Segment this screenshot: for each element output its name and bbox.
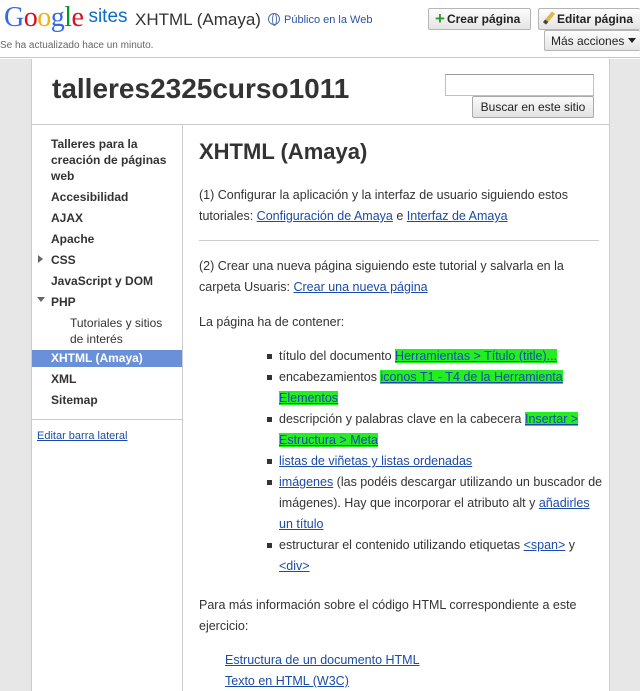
bullet-text: estructurar el contenido utilizando etiq… [279,538,524,552]
sidebar-item-css[interactable]: CSS [51,252,76,268]
step-1-paragraph: (1) Configurar la aplicación y la interf… [199,185,601,227]
bullet-text: título del documento [279,349,396,363]
edit-page-button[interactable]: Editar página [538,8,640,30]
site-search-input[interactable] [445,74,594,96]
public-label: Público en la Web [284,14,373,26]
sidebar-item-accesibilidad[interactable]: Accesibilidad [51,189,128,205]
collapse-arrow-icon[interactable] [37,297,45,302]
requirements-list: título del documento Herramientas > Títu… [265,346,605,577]
globe-icon [268,13,280,26]
texto-html-link[interactable]: Texto en HTML (W3C) [225,671,420,691]
span-link[interactable]: <span> [524,538,566,552]
more-actions-button[interactable]: Más acciones [544,30,640,51]
more-actions-label: Más acciones [551,34,625,48]
bullet-text: descripción y palabras clave en la cabec… [279,412,525,426]
sidebar-item-tutoriales[interactable]: Tutoriales y sitios de interés [70,315,178,347]
imagenes-link[interactable]: imágenes [279,475,333,489]
sidebar-divider [32,419,182,420]
bullet-text: encabezamientos [279,370,381,384]
create-page-button[interactable]: + Crear página [428,8,531,30]
chevron-down-icon [628,38,637,43]
expand-arrow-icon[interactable] [38,255,43,263]
google-sites-bar: Google sites XHTML (Amaya) Público en la … [0,0,640,58]
listas-link[interactable]: listas de viñetas y listas ordenadas [279,454,472,468]
sidebar-item-ajax[interactable]: AJAX [51,210,83,226]
site-search-button[interactable]: Buscar en este sitio [472,96,594,118]
and-text: e [392,209,407,223]
list-item: título del documento Herramientas > Títu… [265,346,605,367]
google-wordmark: Google [4,2,84,33]
interfaz-amaya-link[interactable]: Interfaz de Amaya [407,209,508,223]
reference-links: Estructura de un documento HTML Texto en… [225,650,420,691]
last-updated-text: Se ha actualizado hace un minuto. [0,40,154,51]
site-name[interactable]: talleres2325curso1011 [52,73,349,105]
step-2-paragraph: (2) Crear una nueva página siguiendo est… [199,256,601,298]
edit-page-label: Editar página [557,12,634,26]
sidebar-item-xhtml[interactable]: XHTML (Amaya) [32,350,182,367]
sidebar-item-php[interactable]: PHP [51,294,76,310]
site-page-title: XHTML (Amaya) [135,10,261,29]
div-link[interactable]: <div> [279,559,310,573]
public-visibility[interactable]: Público en la Web [268,13,372,26]
sidebar-item-label: XHTML (Amaya) [51,351,143,365]
pencil-icon [542,11,556,25]
sites-wordmark: sites [88,6,128,27]
list-item: estructurar el contenido utilizando etiq… [265,535,605,577]
bullet-text: y [565,538,576,552]
sidebar-item-javascript[interactable]: JavaScript y DOM [51,273,153,289]
content-divider [199,240,599,241]
edit-sidebar-link[interactable]: Editar barra lateral [37,430,128,442]
plus-icon: + [435,9,445,28]
content-requirements-intro: La página ha de contener: [199,315,345,329]
list-item: encabezamientos iconos T1 - T4 de la Her… [265,367,605,409]
crear-pagina-link[interactable]: Crear una nueva página [293,280,427,294]
more-info-paragraph: Para más información sobre el código HTM… [199,598,577,633]
list-item: imágenes (las podéis descargar utilizand… [265,472,605,535]
config-amaya-link[interactable]: Configuración de Amaya [257,209,393,223]
list-item: descripción y palabras clave en la cabec… [265,409,605,451]
sidebar-item-talleres[interactable]: Talleres para la creación de páginas web [51,136,179,184]
sidebar-item-sitemap[interactable]: Sitemap [51,392,98,408]
estructura-html-link[interactable]: Estructura de un documento HTML [225,650,420,671]
page-title: XHTML (Amaya) [199,139,368,164]
create-page-label: Crear página [446,12,521,26]
sidebar: Talleres para la creación de páginas web… [32,125,183,691]
highlighted-link[interactable]: Herramientas > Título (title)... [395,349,558,363]
list-item: listas de viñetas y listas ordenadas [265,451,605,472]
google-sites-logo[interactable]: Google sites [4,2,128,34]
sidebar-item-xml[interactable]: XML [51,371,76,387]
sidebar-item-apache[interactable]: Apache [51,231,94,247]
